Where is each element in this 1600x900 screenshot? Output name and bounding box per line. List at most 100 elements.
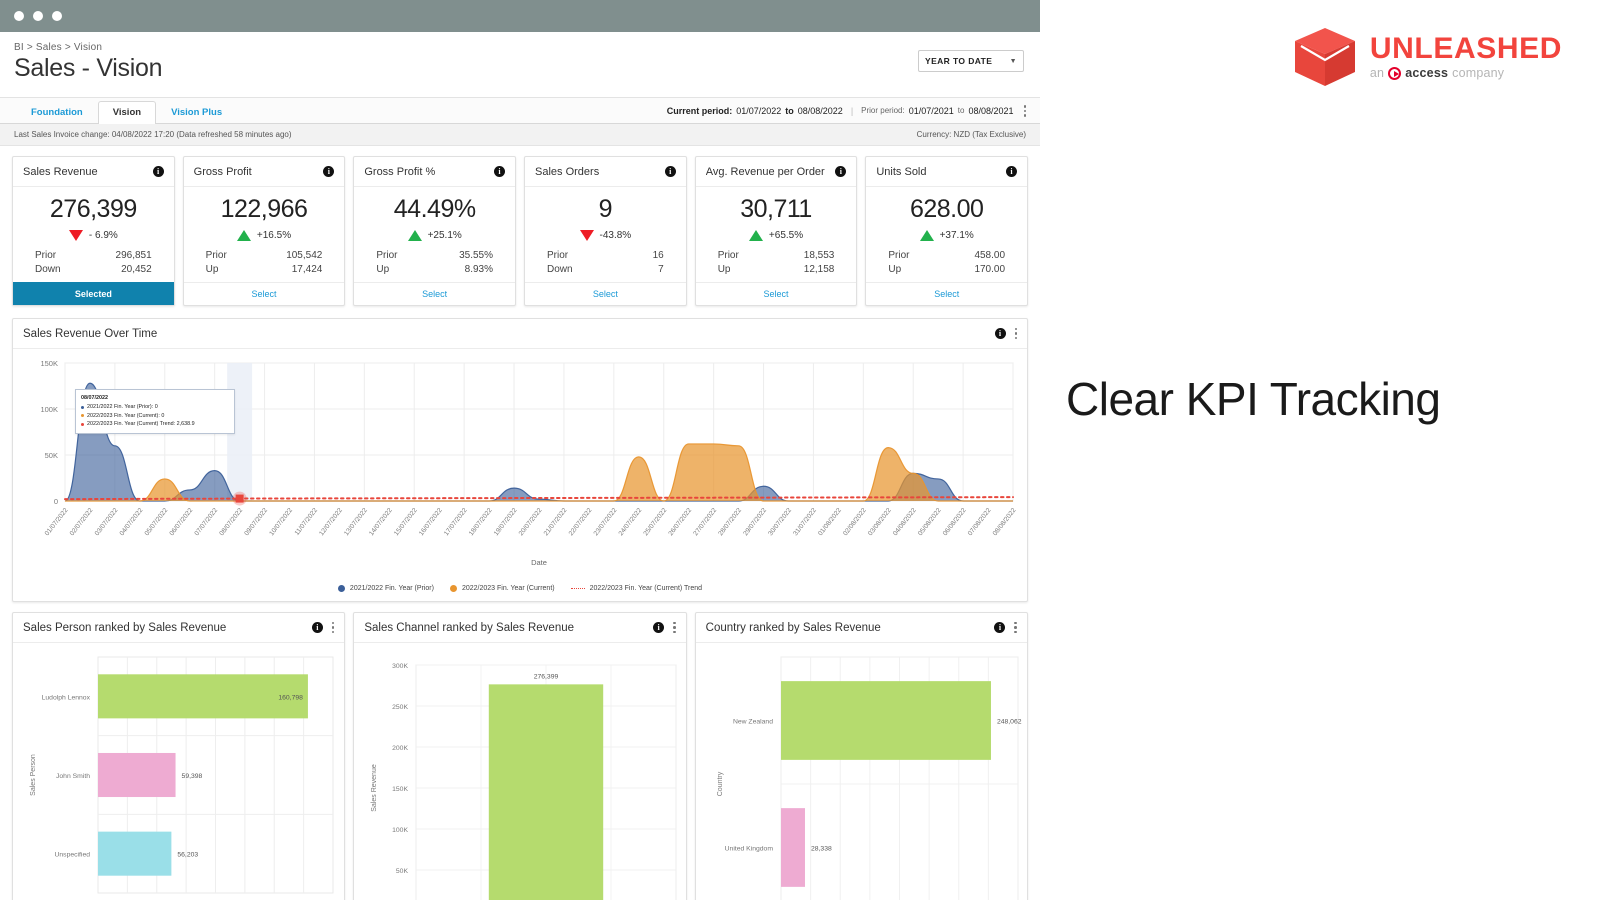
svg-text:22/07/2022: 22/07/2022 (568, 507, 594, 538)
kpi-value: 628.00 (876, 195, 1017, 224)
kpi-select-button[interactable]: Select (354, 282, 515, 305)
kpi-card-sales-orders[interactable]: Sales Orders i 9 -43.8% Prior16 Down7 Se… (524, 156, 687, 306)
kpi-header: Sales Revenue i (13, 157, 174, 187)
tooltip-bullet-current (81, 414, 84, 417)
svg-text:Country: Country (717, 771, 724, 796)
marketing-headline: Clear KPI Tracking (1066, 372, 1440, 426)
sales-channel-chart[interactable]: 050K100K150K200K250K300K276,399Sales Rev… (354, 643, 685, 900)
info-icon[interactable]: i (995, 328, 1006, 339)
period-options-kebab-icon[interactable] (1024, 105, 1027, 117)
tab-foundation[interactable]: Foundation (16, 101, 98, 124)
prior-period-to: 08/08/2021 (968, 106, 1013, 116)
kpi-header: Gross Profit % i (354, 157, 515, 187)
logo-tagline-access: access (1405, 67, 1448, 80)
panel-options-kebab-icon[interactable] (332, 622, 335, 634)
data-refresh-strip: Last Sales Invoice change: 04/08/2022 17… (0, 124, 1040, 146)
kpi-header: Avg. Revenue per Order i (696, 157, 857, 187)
svg-text:01/07/2022: 01/07/2022 (44, 507, 70, 538)
info-icon[interactable]: i (994, 622, 1005, 633)
sales-revenue-over-time-panel: Sales Revenue Over Time i 050K100K150K01… (12, 318, 1028, 602)
kpi-select-button[interactable]: Select (866, 282, 1027, 305)
last-invoice-change-text: Last Sales Invoice change: 04/08/2022 17… (14, 130, 292, 139)
trend-up-icon (920, 230, 934, 241)
panel-options-kebab-icon[interactable] (673, 622, 676, 634)
svg-text:160,798: 160,798 (278, 694, 303, 701)
kpi-body: 30,711 +65.5% Prior18,553 Up12,158 (696, 187, 857, 282)
period-range-select[interactable]: YEAR TO DATE ▼ (918, 50, 1024, 72)
kpi-body: 276,399 - 6.9% Prior296,851 Down20,452 (13, 187, 174, 282)
panel-options-kebab-icon[interactable] (1014, 622, 1017, 634)
tooltip-bullet-trend (81, 423, 84, 426)
svg-text:Unspecified: Unspecified (54, 852, 90, 859)
time-series-chart[interactable]: 050K100K150K01/07/202202/07/202203/07/20… (13, 349, 1027, 581)
kpi-card-avg-revenue-per-order[interactable]: Avg. Revenue per Order i 30,711 +65.5% P… (695, 156, 858, 306)
svg-text:Date: Date (531, 558, 547, 567)
legend-item-trend[interactable]: 2022/2023 Fin. Year (Current) Trend (571, 585, 702, 592)
kpi-change-label: Down (35, 263, 61, 277)
kpi-value: 44.49% (364, 195, 505, 224)
kpi-card-units-sold[interactable]: Units Sold i 628.00 +37.1% Prior458.00 U… (865, 156, 1028, 306)
panel-title: Sales Person ranked by Sales Revenue (23, 622, 226, 634)
panel-header: Country ranked by Sales Revenue i (696, 613, 1027, 643)
info-icon[interactable]: i (323, 166, 334, 177)
kpi-prior-block: Prior458.00 Up170.00 (876, 249, 1017, 276)
kpi-delta: +37.1% (876, 230, 1017, 241)
info-icon[interactable]: i (653, 622, 664, 633)
kpi-title: Gross Profit (194, 166, 252, 178)
svg-text:21/07/2022: 21/07/2022 (543, 507, 569, 538)
kpi-value: 276,399 (23, 195, 164, 224)
window-close-dot[interactable] (14, 11, 24, 21)
legend-item-prior[interactable]: 2021/2022 Fin. Year (Prior) (338, 585, 434, 592)
window-titlebar (0, 0, 1040, 32)
info-icon[interactable]: i (665, 166, 676, 177)
svg-text:150K: 150K (40, 359, 58, 368)
svg-text:John Smith: John Smith (56, 773, 90, 780)
legend-swatch-current (450, 585, 457, 592)
info-icon[interactable]: i (494, 166, 505, 177)
svg-text:50K: 50K (45, 451, 58, 460)
svg-text:300K: 300K (392, 663, 408, 670)
info-icon[interactable]: i (153, 166, 164, 177)
prior-period-label: Prior period: (861, 106, 905, 115)
tooltip-bullet-prior (81, 406, 84, 409)
svg-text:United Kingdom: United Kingdom (724, 846, 773, 853)
current-period-from: 01/07/2022 (736, 106, 781, 116)
legend-item-current[interactable]: 2022/2023 Fin. Year (Current) (450, 585, 555, 592)
window-minimize-dot[interactable] (33, 11, 43, 21)
info-icon[interactable]: i (312, 622, 323, 633)
info-icon[interactable]: i (1006, 166, 1017, 177)
legend-swatch-trend (571, 588, 585, 589)
svg-text:07/08/2022: 07/08/2022 (967, 507, 993, 538)
current-period-to: 08/08/2022 (798, 106, 843, 116)
svg-text:02/07/2022: 02/07/2022 (69, 507, 95, 538)
window-maximize-dot[interactable] (52, 11, 62, 21)
kpi-select-button[interactable]: Selected (13, 282, 174, 305)
svg-text:23/07/2022: 23/07/2022 (593, 507, 619, 538)
panel-title: Sales Channel ranked by Sales Revenue (364, 622, 574, 634)
tab-vision-plus[interactable]: Vision Plus (156, 101, 237, 124)
svg-text:30/07/2022: 30/07/2022 (767, 507, 793, 538)
svg-text:04/07/2022: 04/07/2022 (119, 507, 145, 538)
kpi-select-button[interactable]: Select (184, 282, 345, 305)
panel-options-kebab-icon[interactable] (1015, 328, 1018, 340)
country-chart[interactable]: New Zealand248,062United Kingdom28,338Co… (696, 643, 1027, 900)
svg-text:56,203: 56,203 (177, 852, 198, 859)
panel-title: Country ranked by Sales Revenue (706, 622, 881, 634)
kpi-card-gross-profit-pct[interactable]: Gross Profit % i 44.49% +25.1% Prior35.5… (353, 156, 516, 306)
kpi-card-row: Sales Revenue i 276,399 - 6.9% Prior296,… (0, 146, 1040, 312)
trend-up-icon (237, 230, 251, 241)
logo-wordmark: UNLEASHED (1370, 34, 1562, 64)
tab-vision[interactable]: Vision (98, 101, 156, 125)
kpi-card-gross-profit[interactable]: Gross Profit i 122,966 +16.5% Prior105,5… (183, 156, 346, 306)
svg-text:05/08/2022: 05/08/2022 (917, 507, 943, 538)
kpi-select-button[interactable]: Select (525, 282, 686, 305)
sales-person-chart[interactable]: Ludolph Lennox160,798John Smith59,398Uns… (13, 643, 344, 900)
kpi-prior-block: Prior18,553 Up12,158 (706, 249, 847, 276)
breadcrumb[interactable]: BI > Sales > Vision (14, 42, 1026, 53)
info-icon[interactable]: i (835, 166, 846, 177)
kpi-select-button[interactable]: Select (696, 282, 857, 305)
kpi-change-value: 17,424 (292, 263, 323, 277)
logo-tagline-an: an (1370, 67, 1384, 80)
kpi-card-sales-revenue[interactable]: Sales Revenue i 276,399 - 6.9% Prior296,… (12, 156, 175, 306)
svg-text:25/07/2022: 25/07/2022 (642, 507, 668, 538)
